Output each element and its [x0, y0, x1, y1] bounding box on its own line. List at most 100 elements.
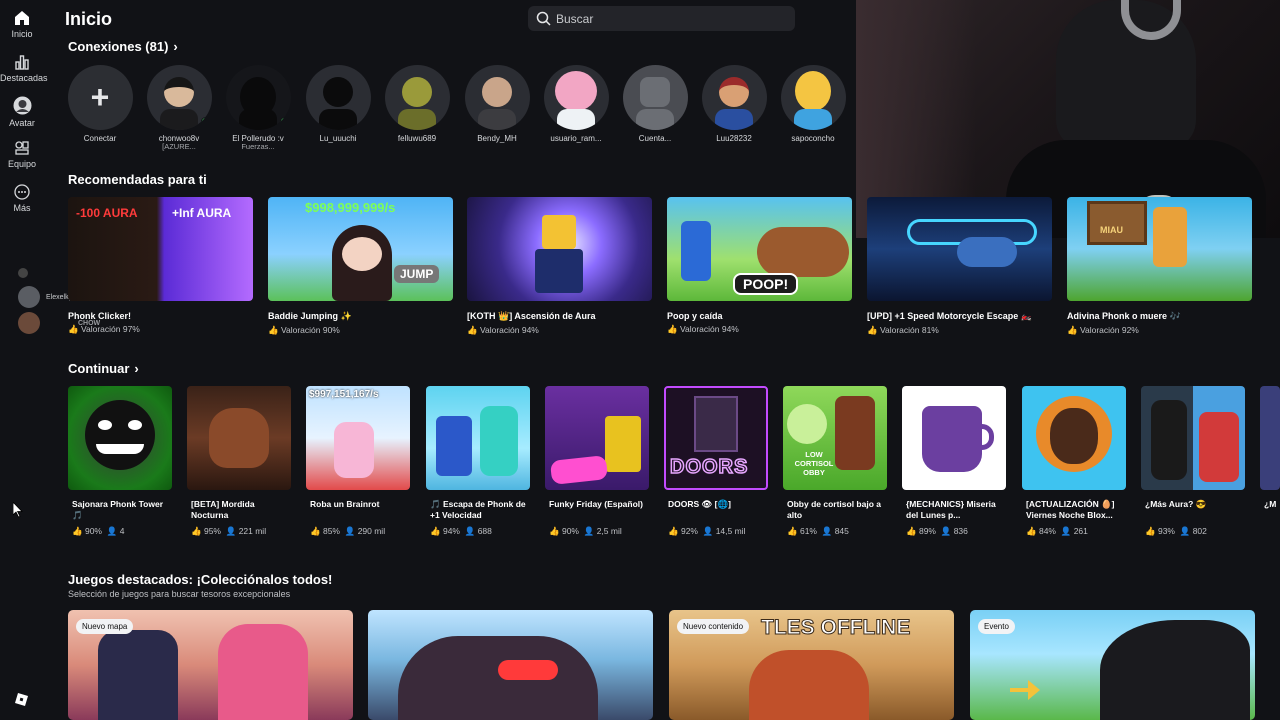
search-input[interactable] [556, 6, 786, 31]
like-ratio: 61% [799, 526, 817, 536]
game-stats: 👍 90% 👤 4 [68, 526, 172, 537]
player-count: 14,5 mil [715, 526, 746, 536]
avatar [780, 65, 846, 130]
inventory-icon [15, 141, 29, 155]
featured-game-card[interactable] [368, 610, 653, 720]
game-rating: 👍 Valoración 94% [667, 324, 852, 335]
connection-item[interactable]: chonwoo8v [AZURE... [139, 65, 219, 151]
rating-text: Valoración 90% [280, 325, 340, 335]
connection-item[interactable]: usuario_ram... [536, 65, 616, 143]
players-icon: 👤 [940, 526, 952, 536]
game-title: [BETA] Mordida Nocturna [191, 499, 255, 520]
game-thumbnail [68, 386, 172, 490]
rating-text: Valoración 92% [1079, 325, 1139, 335]
featured-tag: Nuevo contenido [677, 619, 750, 634]
game-stats: 👍 61% 👤 845 [783, 526, 887, 537]
connection-item[interactable]: Luu28232 [694, 65, 774, 143]
avatar [701, 65, 767, 130]
game-card[interactable]: 🎵 Escapa de Phonk de +1 Velocidad 👍 94% … [426, 386, 530, 537]
connection-name: usuario_ram... [550, 134, 602, 143]
sidebar-item-featured[interactable]: Destacadas [0, 54, 48, 83]
thumbnail-caption: +Inf AURA [172, 206, 232, 220]
game-stats: 👍 94% 👤 688 [426, 526, 530, 537]
game-card[interactable]: POOP! Poop y caída 👍 Valoración 94% [667, 197, 852, 335]
player-count: 261 [1073, 526, 1088, 536]
continue-heading[interactable]: Continuar › [68, 361, 139, 376]
game-title: ¿Más Aura? 😎 [1145, 499, 1207, 509]
like-ratio: 93% [1157, 526, 1175, 536]
connection-item[interactable]: Cuenta... [615, 65, 695, 143]
game-card[interactable]: {MECHANICS} Miseria del Lunes p... 👍 89%… [902, 386, 1006, 537]
avatar [543, 65, 609, 130]
game-title: Phonk Clicker! [68, 311, 132, 321]
like-ratio: 95% [203, 526, 221, 536]
thumbs-up-icon: 👍 [310, 526, 321, 536]
add-connection-button[interactable]: + Conectar [60, 65, 140, 143]
game-rating: 👍 Valoración 94% [467, 325, 652, 336]
featured-game-card[interactable]: TLES OFFLINE Nuevo contenido [669, 610, 954, 720]
game-card[interactable]: ¿M [1260, 386, 1280, 521]
game-card[interactable]: MIAU Adivina Phonk o muere 🎶 👍 Valoració… [1067, 197, 1252, 336]
game-rating: 👍 Valoración 92% [1067, 325, 1252, 336]
chevron-right-icon: › [173, 39, 178, 54]
search-icon [536, 11, 551, 26]
continue-title: Continuar [68, 361, 130, 376]
thumbs-up-icon: 👍 [1145, 526, 1156, 536]
roblox-logo-icon[interactable] [15, 693, 28, 706]
game-card[interactable]: LOW CORTISOL OBBY Obby de cortisol bajo … [783, 386, 887, 537]
game-card[interactable]: $998,999,999/s JUMP Baddie Jumping ✨ 👍 V… [268, 197, 453, 336]
connections-heading[interactable]: Conexiones (81) › [68, 39, 178, 54]
search-box[interactable] [528, 6, 795, 31]
players-icon: 👤 [464, 526, 476, 536]
featured-tag: Nuevo mapa [76, 619, 134, 634]
game-card[interactable]: ¿Más Aura? 😎 👍 93% 👤 802 [1141, 386, 1245, 537]
sidebar-item-inventory[interactable]: Equipo [0, 140, 44, 169]
game-card[interactable]: Sajonara Phonk Tower 🎵 👍 90% 👤 4 [68, 386, 172, 537]
thumbnail-caption: -100 AURA [76, 206, 138, 220]
thumbnail-caption: $997,151,167/s [309, 389, 379, 400]
game-card[interactable]: $997,151,167/s Roba un Brainrot 👍 85% 👤 … [306, 386, 410, 537]
game-card[interactable]: Funky Friday (Español) 👍 90% 👤 2,5 mil [545, 386, 649, 537]
game-thumbnail [1141, 386, 1245, 490]
thumbnail-caption: MIAU [1100, 225, 1123, 235]
sidebar-item-label: Equipo [7, 159, 37, 169]
game-thumbnail: -100 AURA +Inf AURA [68, 197, 253, 301]
thumbs-up-icon: 👍 [430, 526, 441, 536]
connection-item[interactable]: sapoconcho [773, 65, 853, 143]
thumbs-up-icon: 👍 [1026, 526, 1037, 536]
thumbs-up-icon: 👍 [1067, 325, 1080, 335]
game-card[interactable]: [UPD] +1 Speed Motorcycle Escape 🏍️ 👍 Va… [867, 197, 1052, 336]
featured-game-card[interactable]: Evento [970, 610, 1255, 720]
players-icon: 👤 [702, 526, 714, 536]
game-rating: 👍 Valoración 81% [867, 325, 1052, 336]
sidebar-item-avatar[interactable]: Avatar [0, 96, 44, 128]
connection-item[interactable]: El Pollerudo :v Fuerzas... [218, 65, 298, 151]
featured-game-card[interactable]: Nuevo mapa [68, 610, 353, 720]
game-title: 🎵 Escapa de Phonk de +1 Velocidad [430, 499, 526, 520]
thumbs-up-icon: 👍 [549, 526, 560, 536]
thumbs-up-icon: 👍 [787, 526, 798, 536]
connection-item[interactable]: Lu_uuuchi [298, 65, 378, 143]
game-card[interactable]: [ACTUALIZACIÓN 🥚] Viernes Noche Blox... … [1022, 386, 1126, 537]
game-title: Roba un Brainrot [310, 499, 380, 509]
game-card[interactable]: -100 AURA +Inf AURA Phonk Clicker! 👍 Val… [68, 197, 253, 335]
featured-subtitle: Selección de juegos para buscar tesoros … [68, 589, 291, 599]
rating-text: Valoración 81% [879, 325, 939, 335]
game-thumbnail: $998,999,999/s JUMP [268, 197, 453, 301]
player-count: 836 [953, 526, 968, 536]
featured-tag: Evento [978, 619, 1015, 634]
thumbnail-caption: JUMP [394, 265, 440, 283]
sidebar-item-more[interactable]: Más [0, 184, 44, 213]
connection-item[interactable]: felluwu689 [377, 65, 457, 143]
game-thumbnail [1260, 386, 1280, 490]
game-card[interactable]: DOORS DOORS 👁 [🌐] 👍 92% 👤 14,5 mil [664, 386, 768, 537]
connection-item[interactable]: Bendy_MH [457, 65, 537, 143]
game-card[interactable]: [KOTH 👑] Ascensión de Aura 👍 Valoración … [467, 197, 652, 336]
game-card[interactable]: [BETA] Mordida Nocturna 👍 95% 👤 221 mil [187, 386, 291, 537]
game-stats: 👍 90% 👤 2,5 mil [545, 526, 649, 537]
thumbs-up-icon: 👍 [467, 325, 480, 335]
sidebar-item-home[interactable]: Inicio [0, 10, 44, 39]
game-stats: 👍 92% 👤 14,5 mil [664, 526, 768, 537]
chart-icon [15, 55, 29, 70]
thumbnail-caption: POOP! [733, 273, 799, 295]
